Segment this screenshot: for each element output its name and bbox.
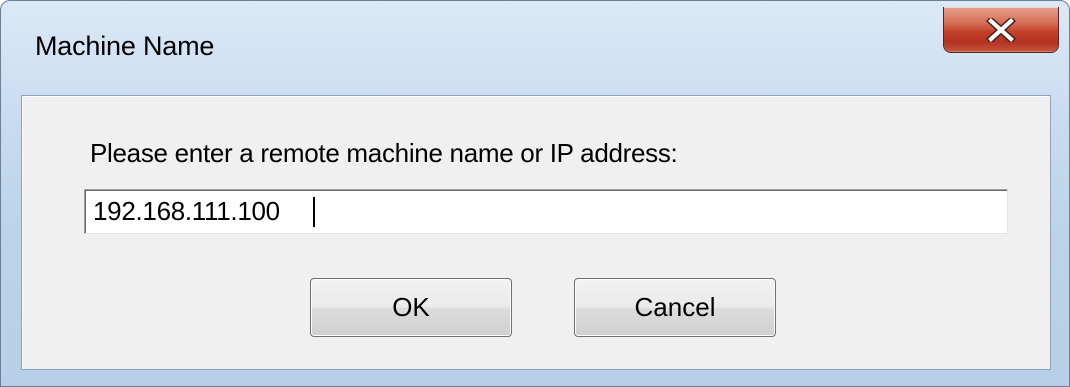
prompt-label: Please enter a remote machine name or IP… xyxy=(90,138,678,168)
dialog-body: Please enter a remote machine name or IP… xyxy=(21,95,1051,370)
cancel-button[interactable]: Cancel xyxy=(574,278,776,337)
window-title: Machine Name xyxy=(35,31,215,61)
title-bar[interactable]: Machine Name xyxy=(1,1,1069,95)
close-icon xyxy=(986,17,1016,42)
ok-button[interactable]: OK xyxy=(310,278,512,337)
machine-address-input[interactable] xyxy=(84,189,1008,234)
dialog-window: Machine Name Please enter a remote machi… xyxy=(0,0,1070,387)
text-caret xyxy=(313,197,315,227)
close-button[interactable] xyxy=(943,7,1059,53)
